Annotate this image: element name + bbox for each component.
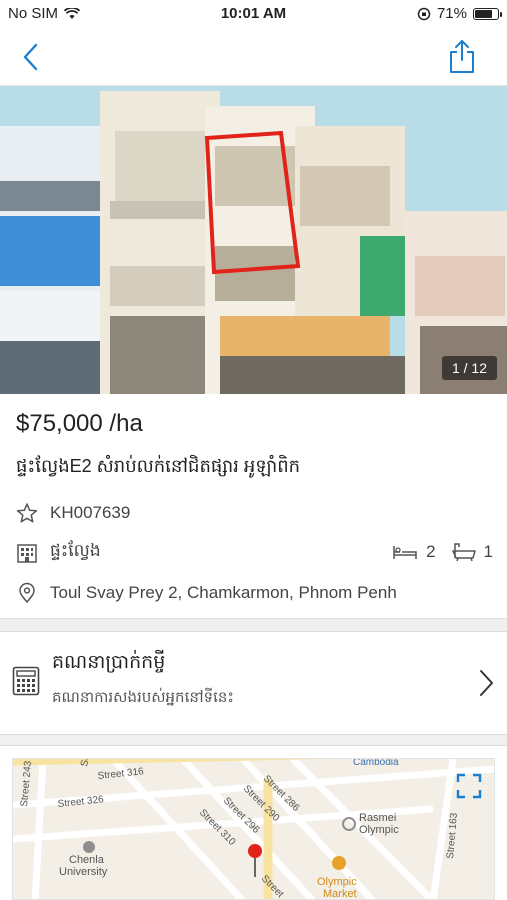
map-label-rasmei: Rasmei xyxy=(359,812,396,824)
orientation-lock-icon xyxy=(417,7,431,20)
star-icon[interactable] xyxy=(16,502,38,524)
map-label-cambodia: Cambodia xyxy=(353,759,399,768)
calculator-title: គណនាប្រាក់កម្ចី xyxy=(52,652,166,673)
map-label-university: University xyxy=(59,866,108,878)
expand-map-icon[interactable] xyxy=(456,773,482,799)
property-type-row: ផ្ទះល្វែង xyxy=(16,540,101,565)
property-photo xyxy=(0,86,507,394)
location-text: Toul Svay Prey 2, Chamkarmon, Phnom Penh xyxy=(50,583,397,602)
listing-title: ផ្ទះល្វែងE2 សំរាប់លក់នៅជិតផ្សារ អូឡាំពិក xyxy=(16,456,301,476)
nav-bar xyxy=(0,28,507,86)
battery-icon xyxy=(473,7,502,20)
mortgage-calculator-row[interactable]: គណនាប្រាក់កម្ចី គណនាការសងរបស់អ្នកនៅទីនេះ xyxy=(0,632,507,734)
status-bar: No SIM 10:01 AM 71% xyxy=(0,0,507,28)
bathtub-icon xyxy=(451,543,476,562)
bed-icon xyxy=(393,546,417,559)
olympic-market-marker xyxy=(332,856,346,870)
bedrooms: 2 xyxy=(392,542,436,562)
location-pin-icon xyxy=(19,582,35,604)
building-icon xyxy=(17,543,37,563)
gallery-counter: 1 / 12 xyxy=(441,356,497,380)
map-label-market: Market xyxy=(323,888,357,900)
map-label-olympic-market: Olympic xyxy=(317,876,357,888)
property-photo-gallery[interactable]: 1 / 12 xyxy=(0,86,507,394)
section-divider xyxy=(0,618,507,632)
listing-code: KH007639 xyxy=(50,503,131,522)
map-pin-icon xyxy=(248,844,262,858)
location-row: Toul Svay Prey 2, Chamkarmon, Phnom Penh xyxy=(16,582,397,604)
map-label-olympic: Olympic xyxy=(359,824,399,836)
listing-price: $75,000 /ha xyxy=(16,410,143,437)
bedroom-count: 2 xyxy=(426,542,436,561)
share-icon[interactable] xyxy=(447,38,477,74)
map-label-chenla: Chenla xyxy=(69,854,105,866)
location-map[interactable]: Cambodia Street 316 Street 326 Street 24… xyxy=(12,758,495,900)
listing-info: $75,000 /ha ផ្ទះល្វែងE2 សំរាប់លក់នៅជិតផ្… xyxy=(0,394,507,618)
status-right: 71% xyxy=(417,5,502,22)
chenla-university-marker xyxy=(83,841,95,853)
back-chevron-icon[interactable] xyxy=(16,40,48,74)
listing-code-row[interactable]: KH007639 xyxy=(16,502,130,524)
room-counts: 2 1 xyxy=(392,542,493,562)
calculator-icon xyxy=(12,666,40,696)
battery-percent: 71% xyxy=(436,5,467,22)
bathroom-count: 1 xyxy=(483,542,493,561)
map-canvas: Cambodia Street 316 Street 326 Street 24… xyxy=(13,759,494,900)
bathrooms: 1 xyxy=(451,542,493,562)
section-divider-2 xyxy=(0,734,507,746)
chevron-right-icon[interactable] xyxy=(477,668,495,698)
calculator-subtitle: គណនាការសងរបស់អ្នកនៅទីនេះ xyxy=(52,689,235,706)
property-type: ផ្ទះល្វែង xyxy=(50,541,101,560)
